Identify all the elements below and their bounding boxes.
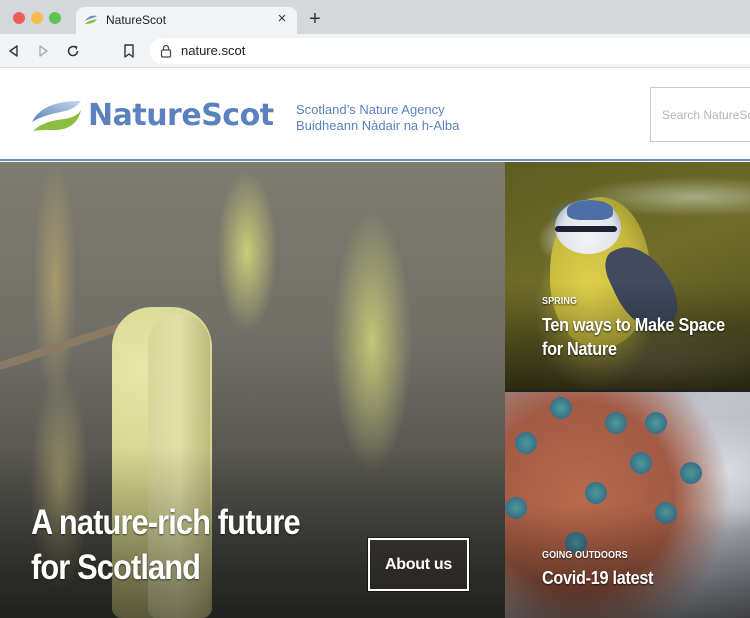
- hero-banner[interactable]: A nature-rich future for Scotland About …: [0, 162, 505, 618]
- card-overlay: [505, 508, 750, 618]
- feature-card-spring[interactable]: SPRING Ten ways to Make Space for Nature: [505, 162, 750, 392]
- logo-tagline: Scotland’s Nature Agency Buidheann Nàdai…: [296, 102, 459, 134]
- virus-spike-shape: [680, 462, 702, 484]
- card-title-line1: Ten ways to Make Space: [542, 315, 725, 335]
- virus-spike-shape: [645, 412, 667, 434]
- address-bar[interactable]: nature.scot: [150, 38, 750, 64]
- search-box[interactable]: [650, 87, 750, 142]
- card-kicker: GOING OUTDOORS: [542, 550, 628, 561]
- window-maximize-button[interactable]: [49, 12, 61, 24]
- hero-title-line2: for Scotland: [31, 548, 201, 587]
- virus-spike-shape: [605, 412, 627, 434]
- browser-tab-bar: NatureScot × +: [0, 0, 750, 34]
- feature-card-covid[interactable]: GOING OUTDOORS Covid-19 latest: [505, 392, 750, 618]
- window-minimize-button[interactable]: [31, 12, 43, 24]
- card-title: Ten ways to Make Space for Nature: [542, 313, 725, 361]
- bookmark-icon[interactable]: [120, 42, 138, 60]
- virus-spike-shape: [550, 397, 572, 419]
- bird-eyestripe-shape: [555, 226, 617, 232]
- virus-spike-shape: [630, 452, 652, 474]
- plus-icon[interactable]: +: [306, 8, 324, 30]
- back-arrow-icon[interactable]: [5, 42, 23, 60]
- tagline-english: Scotland’s Nature Agency: [296, 102, 445, 117]
- lock-icon: [160, 44, 172, 58]
- tagline-gaelic: Buidheann Nàdair na h-Alba: [296, 118, 460, 133]
- hero-title-line1: A nature-rich future: [31, 503, 301, 542]
- hero-title: A nature-rich future for Scotland: [31, 500, 301, 590]
- virus-spike-shape: [585, 482, 607, 504]
- card-title: Covid-19 latest: [542, 568, 654, 588]
- card-kicker: SPRING: [542, 296, 578, 307]
- site-header: NatureScot Scotland’s Nature Agency Buid…: [0, 68, 750, 161]
- virus-spike-shape: [515, 432, 537, 454]
- browser-tab[interactable]: NatureScot ×: [76, 7, 297, 34]
- forward-arrow-icon[interactable]: [34, 42, 52, 60]
- bird-cap-shape: [567, 200, 613, 220]
- tab-title: NatureScot: [106, 13, 167, 27]
- about-us-button[interactable]: About us: [367, 537, 470, 592]
- search-input[interactable]: [651, 88, 750, 141]
- close-icon[interactable]: ×: [273, 10, 291, 28]
- window-close-button[interactable]: [13, 12, 25, 24]
- reload-icon[interactable]: [64, 42, 82, 60]
- naturescot-logo[interactable]: NatureScot: [30, 98, 274, 133]
- url-text: nature.scot: [181, 43, 246, 58]
- browser-toolbar: nature.scot: [0, 34, 750, 68]
- naturescot-leaf-icon: [32, 100, 81, 131]
- card-title-line2: for Nature: [542, 339, 617, 359]
- naturescot-leaf-icon: [85, 15, 97, 24]
- logo-wordmark: NatureScot: [88, 98, 274, 133]
